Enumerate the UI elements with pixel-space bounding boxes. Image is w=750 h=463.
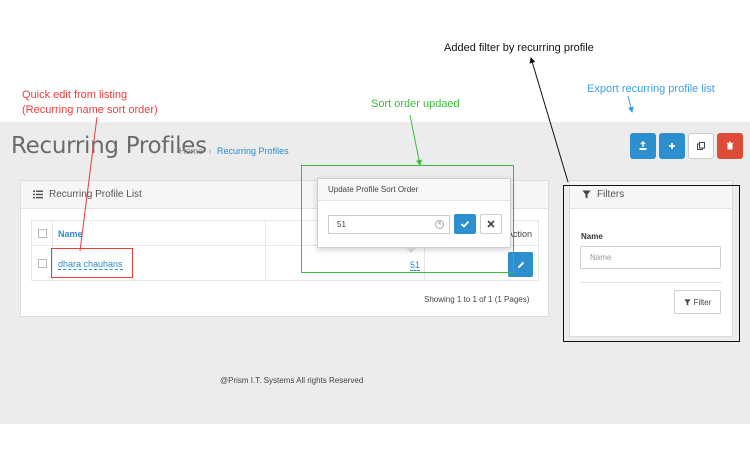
footer-text: @Prism I.T. Systems All rights Reserved: [220, 376, 364, 385]
page: Added filter by recurring profile Export…: [0, 0, 750, 463]
annotation-export: Export recurring profile list: [587, 83, 715, 95]
breadcrumb: Home › Recurring Profiles: [179, 146, 289, 156]
cancel-sort-order-button[interactable]: [480, 214, 502, 234]
annotation-quick-edit-box: [51, 248, 133, 278]
annotation-quick-edit-line2: (Recurring name sort order): [22, 104, 158, 116]
list-panel-title: Recurring Profile List: [49, 189, 142, 200]
add-button[interactable]: [659, 133, 685, 159]
plus-icon: [669, 143, 675, 149]
row-checkbox[interactable]: [38, 259, 47, 268]
column-header-name-label: Name: [58, 229, 83, 239]
breadcrumb-current[interactable]: Recurring Profiles: [217, 146, 289, 156]
sort-order-popover: Update Profile Sort Order 51 ✕: [317, 178, 511, 248]
copy-button[interactable]: [688, 133, 714, 159]
confirm-sort-order-button[interactable]: [454, 214, 476, 234]
pagination-info: Showing 1 to 1 of 1 (1 Pages): [424, 295, 530, 304]
breadcrumb-separator: ›: [208, 146, 212, 156]
column-header-name[interactable]: Name: [52, 220, 266, 246]
annotation-sort-order: Sort order updaed: [371, 98, 460, 110]
sort-order-input[interactable]: 51 ✕: [328, 215, 450, 234]
export-icon: [639, 141, 647, 150]
trash-icon: [726, 141, 734, 150]
row-checkbox-cell: [31, 245, 53, 281]
breadcrumb-home[interactable]: Home: [179, 146, 203, 156]
popover-title: Update Profile Sort Order: [318, 179, 510, 201]
header-checkbox-cell: [31, 220, 53, 246]
export-button[interactable]: [630, 133, 656, 159]
copy-icon: [697, 142, 705, 150]
popover-caret: [405, 247, 417, 253]
clear-input-icon[interactable]: ✕: [435, 220, 444, 229]
check-icon: [460, 220, 470, 228]
sort-order-input-value: 51: [337, 220, 346, 229]
annotation-arrow-blue: [627, 95, 634, 113]
annotation-added-filter: Added filter by recurring profile: [444, 42, 594, 54]
delete-button[interactable]: [717, 133, 743, 159]
pencil-icon: [517, 261, 524, 268]
annotation-filters-box: [563, 185, 740, 342]
select-all-checkbox[interactable]: [38, 229, 47, 238]
annotation-quick-edit-line1: Quick edit from listing: [22, 89, 128, 101]
close-icon: [487, 220, 495, 228]
page-title: Recurring Profiles: [11, 133, 207, 159]
list-icon: [33, 190, 43, 199]
